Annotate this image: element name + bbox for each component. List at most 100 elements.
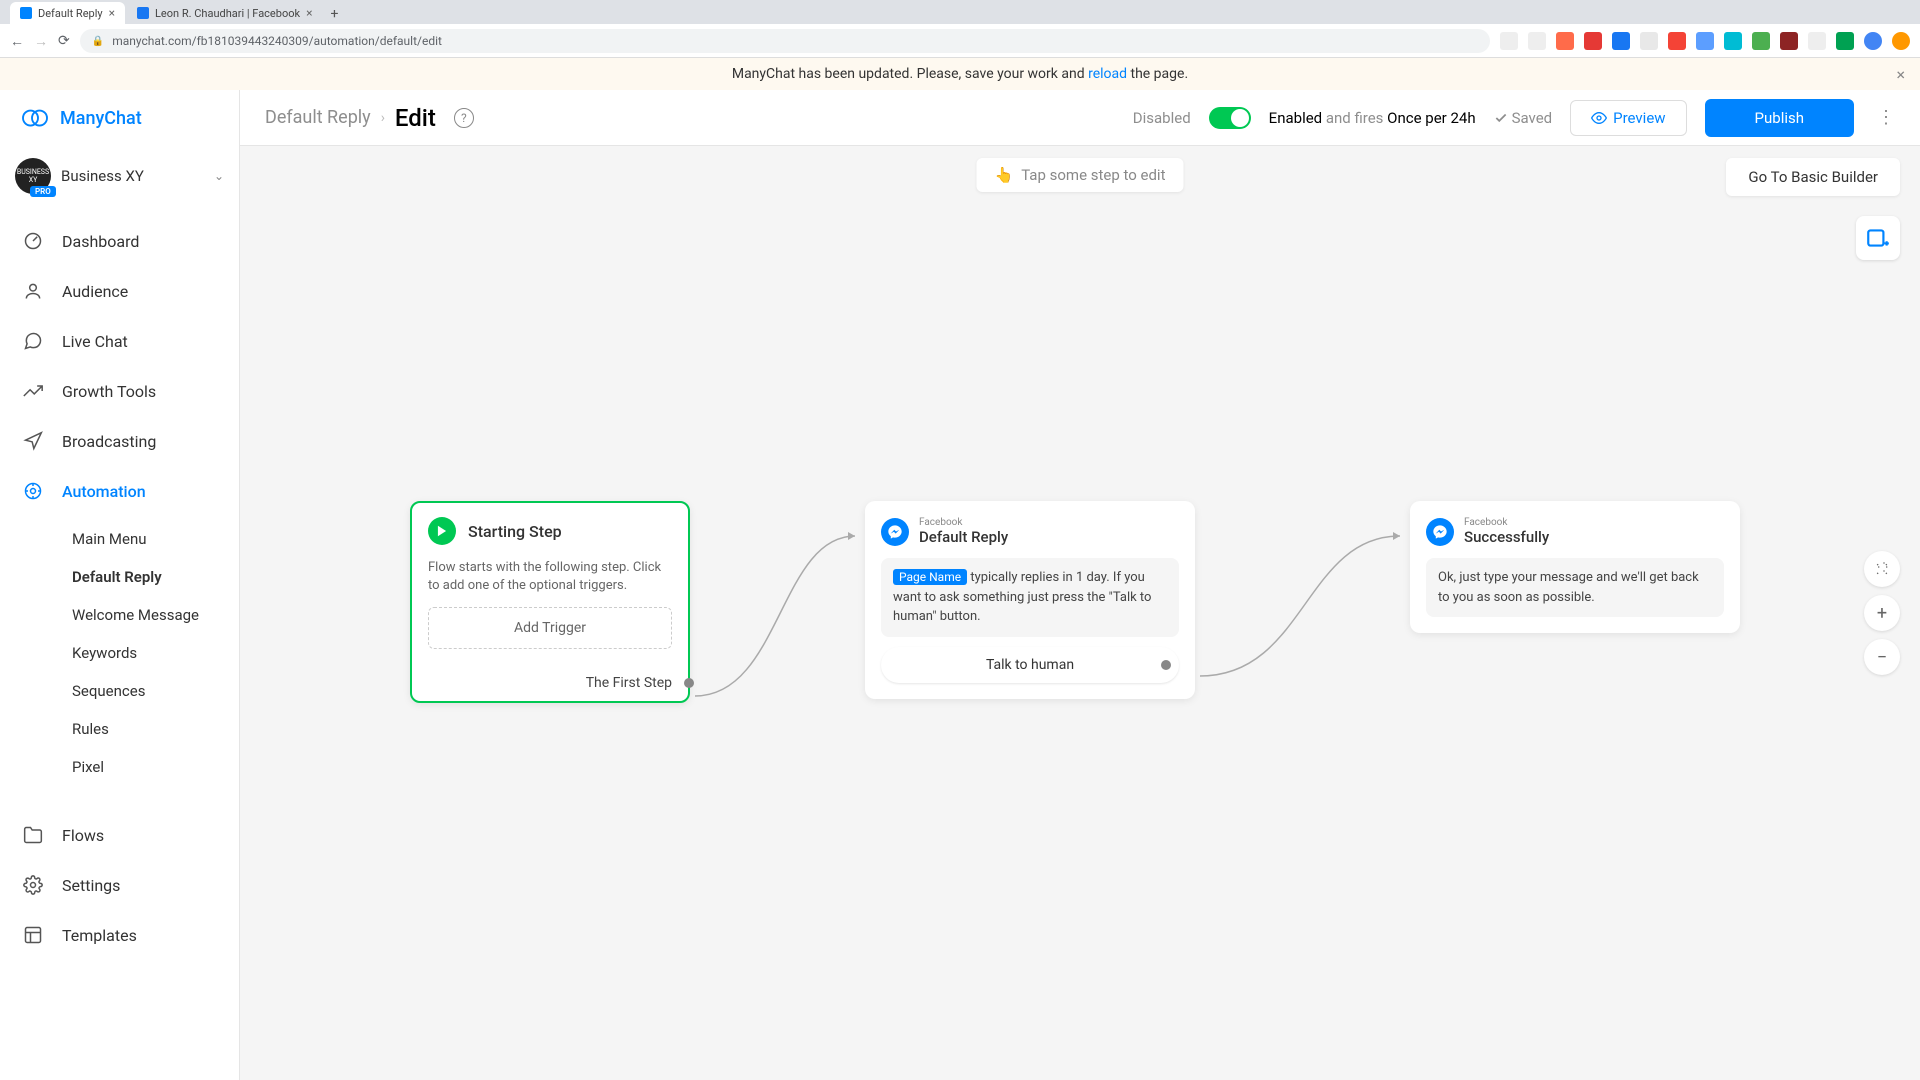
check-icon xyxy=(1494,111,1508,125)
play-icon xyxy=(428,517,456,545)
update-banner: ManyChat has been updated. Please, save … xyxy=(0,58,1920,90)
ext-icon[interactable] xyxy=(1612,32,1630,50)
breadcrumb-parent[interactable]: Default Reply xyxy=(265,107,371,128)
chevron-down-icon: ⌄ xyxy=(214,169,224,183)
nav-settings[interactable]: Settings xyxy=(0,860,239,910)
automation-subnav: Main Menu Default Reply Welcome Message … xyxy=(0,516,239,790)
new-tab-button[interactable]: + xyxy=(324,4,344,24)
url-bar[interactable]: 🔒 manychat.com/fb181039443240309/automat… xyxy=(80,29,1490,53)
connector xyxy=(690,526,870,706)
connector-dot[interactable] xyxy=(684,678,694,688)
saved-indicator: Saved xyxy=(1494,109,1553,127)
tab-title: Leon R. Chaudhari | Facebook xyxy=(155,7,300,20)
logo[interactable]: ManyChat xyxy=(0,90,239,146)
help-icon[interactable]: ? xyxy=(454,108,474,128)
browser-tab[interactable]: Leon R. Chaudhari | Facebook × xyxy=(127,2,322,24)
manychat-icon xyxy=(20,103,50,133)
enable-toggle[interactable] xyxy=(1209,107,1251,129)
tab-bar: Default Reply × Leon R. Chaudhari | Face… xyxy=(0,0,1920,24)
breadcrumb: Default Reply › Edit ? xyxy=(265,104,474,132)
wand-icon xyxy=(1874,561,1890,577)
auto-layout-button[interactable] xyxy=(1864,551,1900,587)
node-title: Default Reply xyxy=(919,528,1008,546)
add-panel-button[interactable] xyxy=(1856,216,1900,260)
nav-audience[interactable]: Audience xyxy=(0,266,239,316)
browser-chrome: Default Reply × Leon R. Chaudhari | Face… xyxy=(0,0,1920,58)
node-title: Successfully xyxy=(1464,528,1549,546)
subnav-keywords[interactable]: Keywords xyxy=(0,634,239,672)
message-body: Ok, just type your message and we'll get… xyxy=(1426,558,1724,617)
ext-icon[interactable] xyxy=(1752,32,1770,50)
more-icon[interactable]: ⋮ xyxy=(1872,107,1900,128)
flow-canvas[interactable]: 👆 Tap some step to edit Go To Basic Buil… xyxy=(240,146,1920,1080)
account-selector[interactable]: BUSINESS XY PRO Business XY ⌄ xyxy=(0,146,239,206)
url-text: manychat.com/fb181039443240309/automatio… xyxy=(112,34,442,48)
subnav-welcome[interactable]: Welcome Message xyxy=(0,596,239,634)
browser-tab[interactable]: Default Reply × xyxy=(10,2,125,24)
avatar-icon[interactable] xyxy=(1864,32,1882,50)
platform-label: Facebook xyxy=(919,517,1008,528)
reload-icon[interactable]: ⟳ xyxy=(58,33,70,49)
zoom-in-button[interactable]: + xyxy=(1864,595,1900,631)
basic-builder-button[interactable]: Go To Basic Builder xyxy=(1726,158,1900,196)
broadcasting-icon xyxy=(22,430,44,452)
gear-icon xyxy=(22,874,44,896)
nav-templates[interactable]: Templates xyxy=(0,910,239,960)
breadcrumb-current: Edit xyxy=(395,104,436,132)
node-starting-step[interactable]: Starting Step Flow starts with the follo… xyxy=(410,501,690,703)
close-icon[interactable]: × xyxy=(306,6,312,20)
logo-text: ManyChat xyxy=(60,108,142,129)
messenger-icon xyxy=(1426,518,1454,546)
connector-dot[interactable] xyxy=(1161,660,1171,670)
zoom-out-button[interactable]: − xyxy=(1864,639,1900,675)
nav: Dashboard Audience Live Chat Growth Tool… xyxy=(0,206,239,1080)
reload-link[interactable]: reload xyxy=(1088,66,1127,82)
ext-icon[interactable] xyxy=(1640,32,1658,50)
back-icon[interactable]: ← xyxy=(10,33,24,50)
nav-automation[interactable]: Automation xyxy=(0,466,239,516)
pointer-icon: 👆 xyxy=(995,166,1014,184)
subnav-default-reply[interactable]: Default Reply xyxy=(0,558,239,596)
ext-icon[interactable] xyxy=(1668,32,1686,50)
disabled-label: Disabled xyxy=(1133,109,1191,127)
ext-icon[interactable] xyxy=(1528,32,1546,50)
nav-livechat[interactable]: Live Chat xyxy=(0,316,239,366)
publish-button[interactable]: Publish xyxy=(1705,99,1854,137)
lock-icon: 🔒 xyxy=(92,36,104,47)
ext-icon[interactable] xyxy=(1584,32,1602,50)
subnav-sequences[interactable]: Sequences xyxy=(0,672,239,710)
tab-title: Default Reply xyxy=(38,7,103,20)
node-default-reply[interactable]: Facebook Default Reply Page Name typical… xyxy=(865,501,1195,699)
page-header: Default Reply › Edit ? Disabled Enabled … xyxy=(0,90,1920,146)
page-name-tag: Page Name xyxy=(893,569,967,585)
ext-icon[interactable] xyxy=(1724,32,1742,50)
close-icon[interactable]: × xyxy=(109,6,115,20)
pro-badge: PRO xyxy=(30,186,56,197)
ext-icon[interactable] xyxy=(1892,32,1910,50)
subnav-rules[interactable]: Rules xyxy=(0,710,239,748)
chat-icon xyxy=(22,330,44,352)
ext-icon[interactable] xyxy=(1836,32,1854,50)
node-title: Starting Step xyxy=(468,522,562,541)
nav-growth[interactable]: Growth Tools xyxy=(0,366,239,416)
ext-icon[interactable] xyxy=(1556,32,1574,50)
ext-icon[interactable] xyxy=(1696,32,1714,50)
add-trigger-button[interactable]: Add Trigger xyxy=(428,607,672,649)
first-step-output[interactable]: The First Step xyxy=(412,665,688,701)
nav-dashboard[interactable]: Dashboard xyxy=(0,216,239,266)
subnav-main-menu[interactable]: Main Menu xyxy=(0,520,239,558)
nav-broadcasting[interactable]: Broadcasting xyxy=(0,416,239,466)
message-button[interactable]: Talk to human xyxy=(881,647,1179,683)
ext-icon[interactable] xyxy=(1808,32,1826,50)
eye-icon xyxy=(1591,110,1607,126)
subnav-pixel[interactable]: Pixel xyxy=(0,748,239,786)
ext-icon[interactable] xyxy=(1500,32,1518,50)
close-icon[interactable]: × xyxy=(1896,65,1905,84)
canvas-controls: + − xyxy=(1864,551,1900,675)
node-successfully[interactable]: Facebook Successfully Ok, just type your… xyxy=(1410,501,1740,633)
node-header: Facebook Default Reply xyxy=(881,517,1179,546)
preview-button[interactable]: Preview xyxy=(1570,100,1686,136)
ext-icon[interactable] xyxy=(1780,32,1798,50)
nav-flows[interactable]: Flows xyxy=(0,810,239,860)
sidebar: ManyChat BUSINESS XY PRO Business XY ⌄ D… xyxy=(0,90,240,1080)
